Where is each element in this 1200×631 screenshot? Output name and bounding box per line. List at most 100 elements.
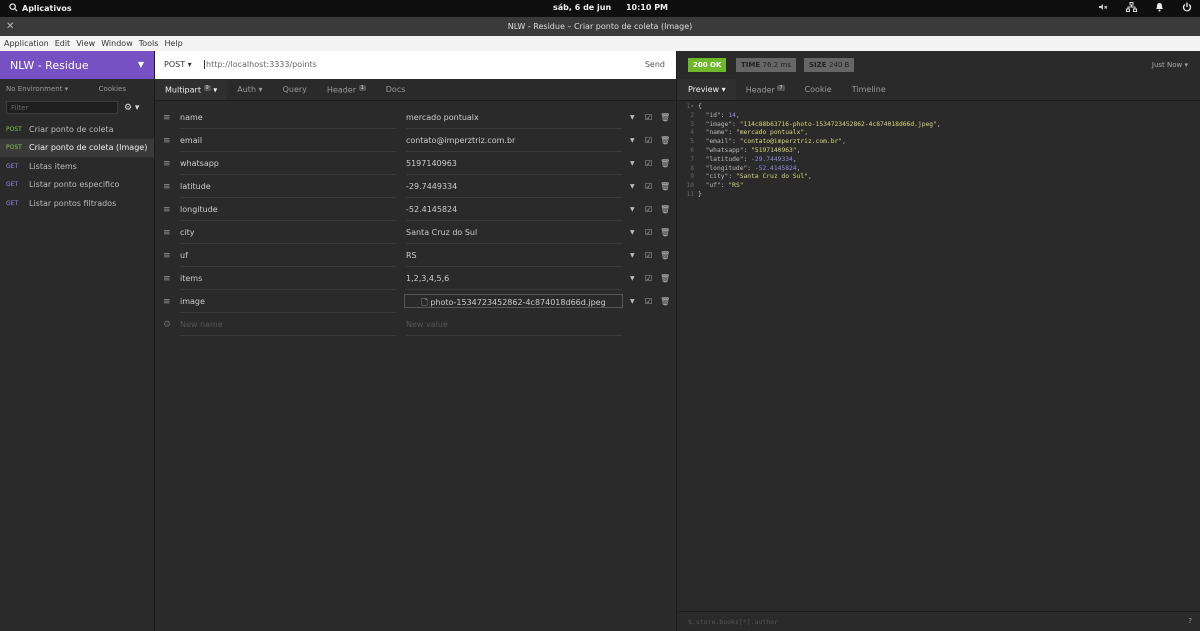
enabled-checkbox-icon[interactable]: ☑ — [645, 136, 652, 145]
drag-handle-icon[interactable]: ≡ — [163, 251, 171, 261]
response-history-dropdown[interactable]: Just Now ▾ — [1152, 61, 1188, 69]
drag-handle-icon[interactable]: ≡ — [163, 136, 171, 146]
tab-timeline[interactable]: Timeline — [842, 79, 896, 100]
param-row: ≡ latitude -29.7449334 ▼ ☑ 🗑 — [155, 177, 677, 200]
param-type-dropdown-icon[interactable]: ▼ — [630, 275, 635, 282]
drag-handle-icon[interactable]: ≡ — [163, 159, 171, 169]
enabled-checkbox-icon[interactable]: ☑ — [645, 205, 652, 214]
menu-window[interactable]: Window — [101, 39, 133, 48]
new-param-value-input[interactable]: New value — [406, 318, 622, 336]
method-selector[interactable]: POST ▾ — [164, 60, 192, 69]
param-name[interactable]: latitude — [180, 180, 396, 198]
environment-selector[interactable]: No Environment ▾ — [6, 85, 68, 99]
param-type-dropdown-icon[interactable]: ▼ — [630, 183, 635, 190]
enabled-checkbox-icon[interactable]: ☑ — [645, 228, 652, 237]
tab-docs[interactable]: Docs — [376, 79, 416, 100]
gear-icon[interactable]: ⚙ ▾ — [124, 103, 139, 113]
param-name[interactable]: city — [180, 226, 396, 244]
trash-icon[interactable]: 🗑 — [660, 251, 670, 260]
clock[interactable]: sáb, 6 de jun 10:10 PM — [553, 3, 668, 12]
enabled-checkbox-icon[interactable]: ☑ — [645, 274, 652, 283]
trash-icon[interactable]: 🗑 — [660, 136, 670, 145]
tab-header[interactable]: Header 1 — [317, 79, 376, 100]
network-icon[interactable] — [1126, 2, 1137, 14]
new-param-name-input[interactable]: New name — [180, 318, 396, 336]
param-name[interactable]: longitude — [180, 203, 396, 221]
param-name[interactable]: uf — [180, 249, 396, 267]
tab-query[interactable]: Query — [273, 79, 317, 100]
send-button[interactable]: Send — [645, 60, 665, 69]
trash-icon[interactable]: 🗑 — [660, 297, 670, 306]
speaker-muted-icon[interactable] — [1098, 2, 1108, 14]
param-value[interactable]: 1,2,3,4,5,6 — [406, 272, 622, 290]
param-type-dropdown-icon[interactable]: ▼ — [630, 229, 635, 236]
param-type-dropdown-icon[interactable]: ▼ — [630, 160, 635, 167]
param-name[interactable]: items — [180, 272, 396, 290]
drag-handle-icon[interactable]: ≡ — [163, 228, 171, 238]
request-item[interactable]: POST Criar ponto de coleta — [0, 120, 154, 139]
power-icon[interactable] — [1182, 2, 1192, 14]
enabled-checkbox-icon[interactable]: ☑ — [645, 297, 652, 306]
param-type-dropdown-icon[interactable]: ▼ — [630, 298, 635, 305]
menu-edit[interactable]: Edit — [55, 39, 71, 48]
response-filter-input[interactable]: $.store.books[*].author — [688, 618, 778, 626]
help-icon[interactable]: ? — [1188, 617, 1192, 625]
param-name[interactable]: image — [180, 295, 396, 313]
param-name[interactable]: email — [180, 134, 396, 152]
url-input[interactable]: http://localhost:3333/points — [204, 60, 317, 69]
drag-handle-icon[interactable]: ≡ — [163, 205, 171, 215]
bell-icon[interactable] — [1155, 2, 1164, 14]
enabled-checkbox-icon[interactable]: ☑ — [645, 159, 652, 168]
drag-handle-icon[interactable]: ≡ — [163, 182, 171, 192]
drag-handle-icon[interactable]: ≡ — [163, 297, 171, 307]
menu-view[interactable]: View — [76, 39, 95, 48]
trash-icon[interactable]: 🗑 — [660, 274, 670, 283]
param-type-dropdown-icon[interactable]: ▼ — [630, 206, 635, 213]
tab-auth[interactable]: Auth ▾ — [227, 79, 272, 100]
menu-tools[interactable]: Tools — [139, 39, 159, 48]
param-value[interactable]: RS — [406, 249, 622, 267]
param-value[interactable]: Santa Cruz do Sul — [406, 226, 622, 244]
drag-handle-icon[interactable]: ≡ — [163, 113, 171, 123]
sidebar-filter-input[interactable]: Filter — [6, 101, 118, 114]
trash-icon[interactable]: 🗑 — [660, 228, 670, 237]
trash-icon[interactable]: 🗑 — [660, 182, 670, 191]
tab-response-header[interactable]: Header 7 — [736, 79, 795, 100]
response-json-viewer[interactable]: 1▾{2 "id": 14, 3 "image": "114c88b63716-p… — [678, 103, 1200, 200]
param-value[interactable]: 5197140963 — [406, 157, 622, 175]
system-tray[interactable] — [1098, 2, 1192, 14]
trash-icon[interactable]: 🗑 — [660, 205, 670, 214]
cookies-button[interactable]: Cookies — [99, 85, 126, 99]
param-type-dropdown-icon[interactable]: ▼ — [630, 114, 635, 121]
tab-badge: 7 — [777, 85, 785, 91]
param-name[interactable]: whatsapp — [180, 157, 396, 175]
menu-help[interactable]: Help — [164, 39, 182, 48]
param-value[interactable]: -52.4145824 — [406, 203, 622, 221]
file-picker-button[interactable]: 🗋 photo-1534723452862-4c874018d66d.jpeg — [404, 294, 623, 308]
request-item-active[interactable]: POST Criar ponto de coleta (Image) — [0, 138, 154, 157]
request-item[interactable]: GET Listar ponto especifico — [0, 176, 154, 195]
tab-cookie[interactable]: Cookie — [795, 79, 842, 100]
tab-label: Docs — [385, 85, 406, 94]
tab-label: Header — [326, 85, 357, 95]
drag-handle-icon[interactable]: ≡ — [163, 274, 171, 284]
param-value[interactable]: -29.7449334 — [406, 180, 622, 198]
line-number: 5 — [690, 138, 694, 146]
enabled-checkbox-icon[interactable]: ☑ — [645, 182, 652, 191]
request-item[interactable]: GET Listas items — [0, 157, 154, 176]
request-item[interactable]: GET Listar pontos filtrados — [0, 194, 154, 213]
enabled-checkbox-icon[interactable]: ☑ — [645, 251, 652, 260]
enabled-checkbox-icon[interactable]: ☑ — [645, 113, 652, 122]
workspace-selector[interactable]: NLW - Residue ▼ — [0, 51, 154, 79]
apps-menu[interactable]: Aplicativos — [9, 3, 72, 14]
tab-multipart[interactable]: Multipart 9 ▾ — [155, 79, 228, 100]
param-name[interactable]: name — [180, 111, 396, 129]
param-value[interactable]: contato@imperztriz.com.br — [406, 134, 622, 152]
trash-icon[interactable]: 🗑 — [660, 113, 670, 122]
tab-preview[interactable]: Preview ▾ — [678, 79, 736, 100]
param-value[interactable]: mercado pontualx — [406, 111, 622, 129]
trash-icon[interactable]: 🗑 — [660, 159, 670, 168]
menu-application[interactable]: Application — [4, 39, 49, 48]
param-type-dropdown-icon[interactable]: ▼ — [630, 137, 635, 144]
param-type-dropdown-icon[interactable]: ▼ — [630, 252, 635, 259]
